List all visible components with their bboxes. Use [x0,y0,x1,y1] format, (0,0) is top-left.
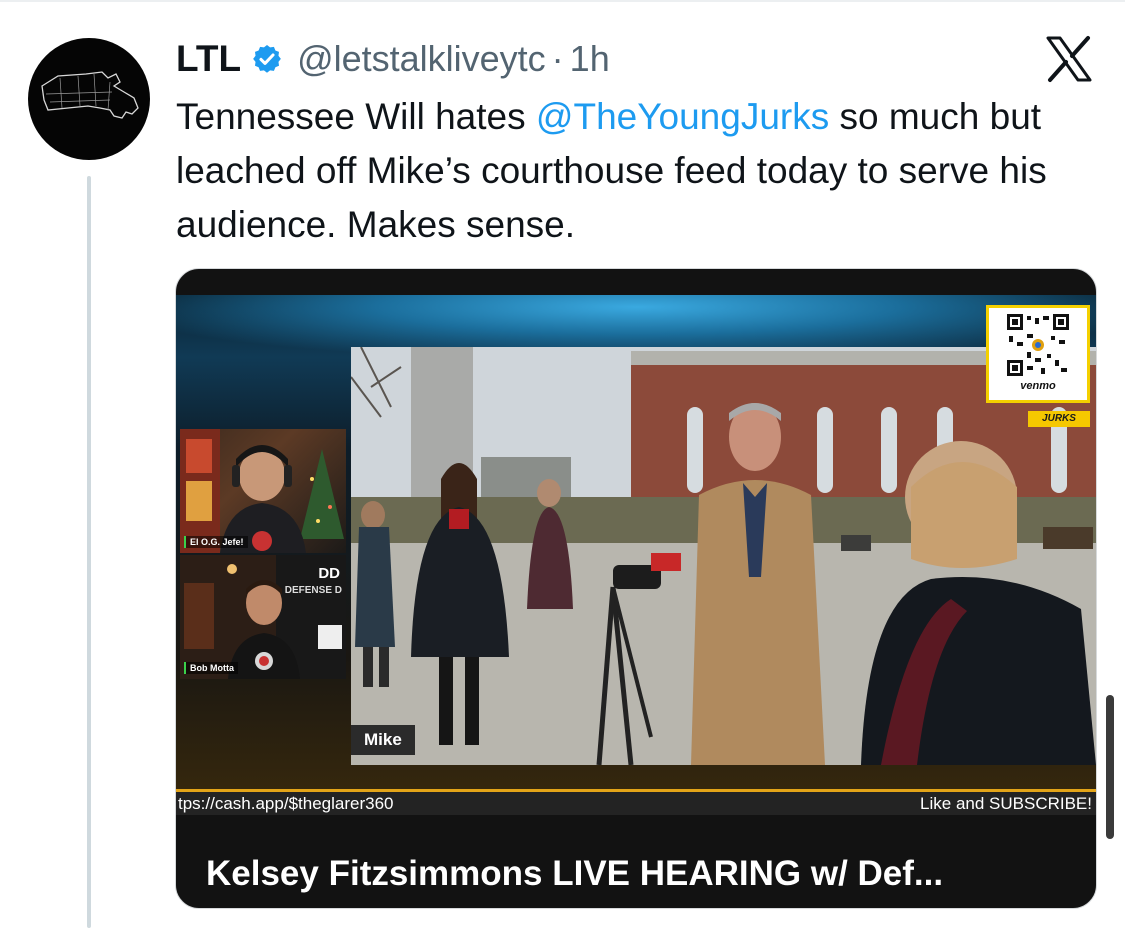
qr-code-icon [1007,314,1069,376]
video-media[interactable]: El O.G. Jefe! DD DEFENSE D Bob Motta Mik… [175,268,1097,909]
video-top-glow [176,295,1096,355]
mention-link[interactable]: @TheYoungJurks [536,96,829,137]
separator-dot: · [551,38,564,79]
scrollbar[interactable] [1106,695,1114,839]
panel2-brand: DD [318,565,340,582]
thread-line [87,176,91,928]
video-frame[interactable]: El O.G. Jefe! DD DEFENSE D Bob Motta Mik… [176,295,1096,815]
display-name[interactable]: LTL [176,38,241,80]
tweet-text-part1: Tennessee Will hates [176,96,536,137]
ticker-bar: tps://cash.app/$theglarer360 Like and SU… [176,789,1096,815]
venmo-label: venmo [1020,380,1056,392]
x-logo-icon[interactable] [1044,34,1094,84]
webcam-panel-el-og-jefe: El O.G. Jefe! [180,429,346,553]
massachusetts-map-icon [41,71,139,119]
ticker-left-text: tps://cash.app/$theglarer360 [178,794,394,813]
jurks-logo-strip: JURKS [1028,411,1090,427]
top-divider [0,0,1125,2]
handle[interactable]: @letstalkliveytc [297,38,546,80]
tweet-header: LTL @letstalkliveytc · 1h [176,34,610,84]
tweet-text: Tennessee Will hates @TheYoungJurks so m… [176,90,1076,252]
panel1-label: El O.G. Jefe! [184,536,248,548]
avatar[interactable] [28,38,150,160]
timestamp[interactable]: 1h [570,38,610,80]
courthouse-scene-image [351,347,1096,765]
verified-badge-icon [253,45,281,73]
webcam-panel-bob-motta: DD DEFENSE D Bob Motta [180,555,346,679]
panel2-brand-sub: DEFENSE D [284,585,342,596]
courthouse-feed: Mike [351,347,1096,765]
speaker-name-tag: Mike [351,725,415,755]
panel2-label: Bob Motta [184,662,238,674]
video-title[interactable]: Kelsey Fitzsimmons LIVE HEARING w/ Def..… [206,854,943,894]
webcam-person-image [180,429,344,553]
venmo-qr-code: venmo [986,305,1090,403]
ticker-right-text: Like and SUBSCRIBE! [920,794,1092,813]
